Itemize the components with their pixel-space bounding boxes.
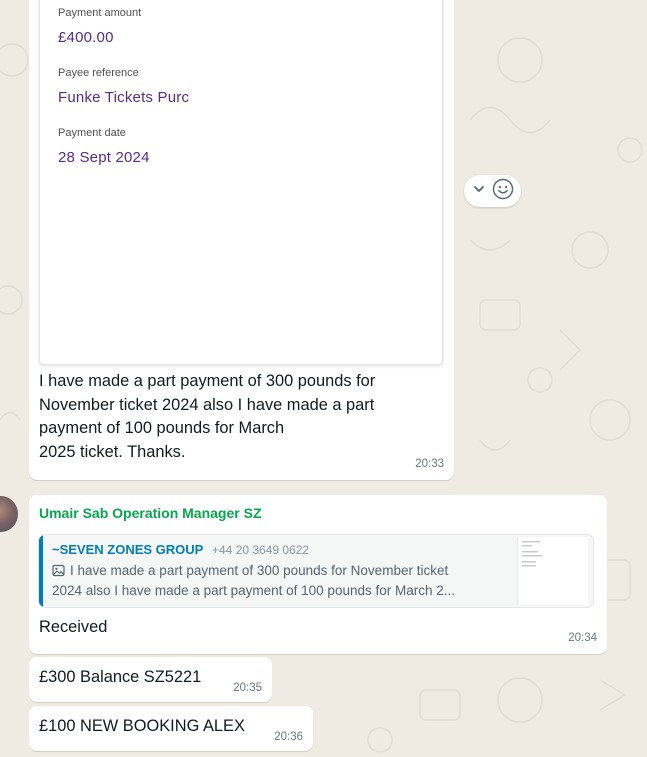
message-text-line: payment of 100 pounds for March xyxy=(39,419,285,438)
message-text: I have made a part payment of 300 pounds… xyxy=(39,370,444,464)
message-bubble[interactable]: £100 NEW BOOKING ALEX 20:36 xyxy=(29,706,313,751)
quoted-text: I have made a part payment of 300 pounds… xyxy=(52,562,515,600)
message-timestamp: 20:36 xyxy=(274,731,303,743)
quoted-phone: +44 20 3649 0622 xyxy=(212,543,310,557)
image-icon xyxy=(52,564,65,582)
quoted-message[interactable]: ~SEVEN ZONES GROUP +44 20 3649 0622 I ha… xyxy=(39,535,593,607)
message-timestamp: 20:33 xyxy=(415,458,444,470)
message-bubble-reply[interactable]: Umair Sab Operation Manager SZ ~SEVEN ZO… xyxy=(29,495,607,654)
payment-date-value: 28 Sept 2024 xyxy=(58,149,150,166)
message-text: £100 NEW BOOKING ALEX xyxy=(39,717,245,735)
message-bubble[interactable]: £300 Balance SZ5221 20:35 xyxy=(29,657,272,702)
message-text-line: 2025 ticket. Thanks. xyxy=(39,442,186,461)
payment-amount-value: £400.00 xyxy=(58,29,114,46)
quoted-image-thumbnail xyxy=(517,537,588,605)
message-text-line: I have made a part payment of 300 pounds… xyxy=(39,372,376,390)
message-text: £300 Balance SZ5221 xyxy=(39,668,202,686)
message-text-line: November ticket 2024 also I have made a … xyxy=(39,395,375,414)
quoted-text-line: 2024 also I have made a part payment of … xyxy=(52,583,455,598)
message-actions-pill xyxy=(464,175,521,207)
payee-reference-value: Funke Tickets Purc xyxy=(58,89,190,106)
payment-amount-label: Payment amount xyxy=(58,7,142,19)
payment-receipt-image[interactable]: Payment amount £400.00 Payee reference F… xyxy=(39,0,443,365)
message-text: Received xyxy=(39,618,108,636)
quote-accent-bar xyxy=(39,535,43,607)
payment-date-label: Payment date xyxy=(58,127,126,139)
payee-reference-label: Payee reference xyxy=(58,67,139,79)
quoted-text-line: I have made a part payment of 300 pounds… xyxy=(70,563,449,578)
chevron-down-icon[interactable] xyxy=(472,182,486,201)
message-timestamp: 20:35 xyxy=(233,682,262,694)
quoted-author: ~SEVEN ZONES GROUP xyxy=(52,542,204,557)
sender-name[interactable]: Umair Sab Operation Manager SZ xyxy=(39,505,262,521)
message-bubble-payment[interactable]: Payment amount £400.00 Payee reference F… xyxy=(29,0,454,480)
message-timestamp: 20:34 xyxy=(568,632,597,644)
emoji-icon[interactable] xyxy=(492,178,514,205)
sender-avatar[interactable] xyxy=(0,496,18,532)
